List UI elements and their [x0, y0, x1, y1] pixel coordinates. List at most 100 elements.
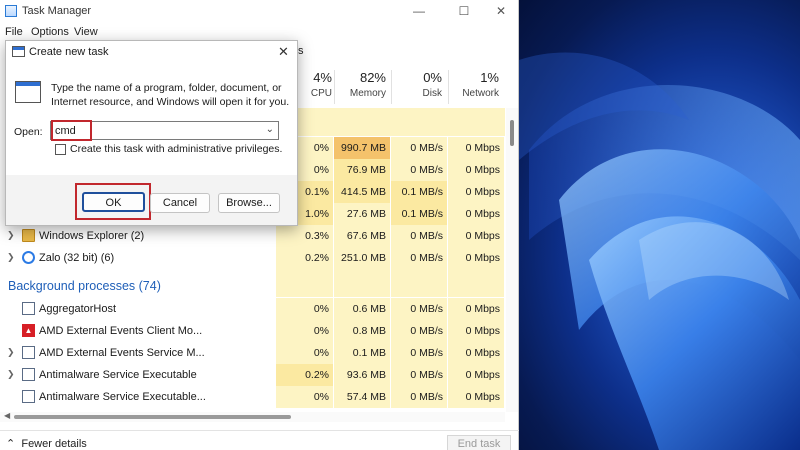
memory-cell: 67.6 MB [334, 225, 390, 247]
fewer-details-button[interactable]: ⌃ Fewer details [6, 437, 87, 450]
memory-cell: 76.9 MB [334, 159, 390, 181]
disk-cell: 0 MB/s [391, 225, 447, 247]
menu-view[interactable]: View [74, 26, 98, 38]
process-icon [22, 346, 35, 359]
browse-button[interactable]: Browse... [218, 193, 280, 213]
wallpaper-bloom-graphic [519, 52, 800, 450]
table-row[interactable]: ▲ AMD External Events Client Mo... 0% 0.… [0, 320, 505, 342]
cpu-cell: 0% [276, 342, 333, 364]
tab-label-fragment[interactable]: s [298, 45, 304, 57]
column-header-disk[interactable]: 0% Disk [386, 70, 442, 99]
network-cell: 0 Mbps [448, 298, 504, 320]
memory-cell: 990.7 MB [334, 137, 390, 159]
network-cell: 0 Mbps [448, 181, 504, 203]
network-cell: 0 Mbps [448, 137, 504, 159]
column-header-network[interactable]: 1% Network [443, 70, 499, 99]
scroll-left-arrow-icon[interactable]: ◀ [4, 411, 10, 420]
admin-privileges-label[interactable]: Create this task with administrative pri… [70, 143, 282, 155]
disk-cell: 0 MB/s [391, 364, 447, 386]
table-row[interactable]: ❯ Zalo (32 bit) (6) 0.2% 251.0 MB 0 MB/s… [0, 247, 505, 269]
chevron-down-icon[interactable]: ⌄ [266, 124, 274, 135]
memory-cell: 0.6 MB [334, 298, 390, 320]
process-name: AMD External Events Client Mo... [39, 325, 203, 337]
expand-chevron-icon[interactable]: ❯ [7, 369, 15, 380]
disk-cell: 0 MB/s [391, 386, 447, 408]
process-name: Zalo (32 bit) (6) [39, 252, 115, 264]
globe-icon [22, 251, 35, 264]
scrollbar-thumb[interactable] [510, 120, 514, 146]
cancel-button[interactable]: Cancel [150, 193, 210, 213]
ok-button[interactable]: OK [82, 192, 145, 212]
minimize-button[interactable]: — [405, 3, 433, 19]
network-total: 1% [480, 70, 499, 85]
cpu-cell: 0% [276, 386, 333, 408]
expand-chevron-icon[interactable]: ❯ [7, 252, 15, 263]
table-row[interactable]: AggregatorHost 0% 0.6 MB 0 MB/s 0 Mbps [0, 298, 505, 320]
run-program-icon [15, 81, 41, 103]
run-window-icon [12, 46, 25, 57]
dialog-description: Type the name of a program, folder, docu… [51, 82, 290, 108]
horizontal-scrollbar[interactable]: ◀ [0, 411, 505, 422]
dialog-close-button[interactable]: ✕ [278, 44, 289, 60]
scrollbar-thumb[interactable] [14, 415, 291, 419]
cpu-cell: 0.2% [276, 247, 333, 269]
task-manager-icon [5, 5, 17, 17]
close-button[interactable]: ✕ [487, 3, 515, 19]
disk-label: Disk [422, 88, 442, 99]
process-name: AMD External Events Service M... [39, 347, 205, 359]
process-name: Windows Explorer (2) [39, 230, 145, 242]
disk-cell: 0 MB/s [391, 320, 447, 342]
admin-privileges-checkbox[interactable] [55, 144, 66, 155]
table-row[interactable]: ❯ AMD External Events Service M... 0% 0.… [0, 342, 505, 364]
table-row[interactable]: ❯ Antimalware Service Executable 0.2% 93… [0, 364, 505, 386]
network-cell: 0 Mbps [448, 203, 504, 225]
memory-cell: 27.6 MB [334, 203, 390, 225]
process-icon [22, 368, 35, 381]
end-task-button[interactable]: End task [447, 435, 511, 450]
folder-icon [22, 229, 35, 242]
network-label: Network [462, 88, 499, 99]
memory-cell: 0.1 MB [334, 342, 390, 364]
disk-cell: 0 MB/s [391, 342, 447, 364]
table-spacer [276, 269, 505, 297]
memory-cell: 93.6 MB [334, 364, 390, 386]
vertical-scrollbar[interactable] [506, 108, 518, 412]
memory-label: Memory [349, 88, 386, 99]
disk-cell: 0 MB/s [391, 159, 447, 181]
section-header-background[interactable]: Background processes (74) [8, 279, 161, 293]
table-row[interactable]: Antimalware Service Executable... 0% 57.… [0, 386, 505, 408]
memory-cell: 251.0 MB [334, 247, 390, 269]
cpu-cell: 0.3% [276, 225, 333, 247]
expand-chevron-icon[interactable]: ❯ [7, 230, 15, 241]
highlight-box [51, 120, 92, 141]
disk-cell: 0.1 MB/s [391, 181, 447, 203]
network-cell: 0 Mbps [448, 159, 504, 181]
process-icon [22, 302, 35, 315]
desktop-wallpaper [519, 0, 800, 450]
memory-total: 82% [359, 70, 386, 85]
memory-cell: 414.5 MB [334, 181, 390, 203]
network-cell: 0 Mbps [448, 247, 504, 269]
cpu-cell: 0% [276, 298, 333, 320]
cpu-cell: 0% [276, 320, 333, 342]
process-icon [22, 390, 35, 403]
expand-chevron-icon[interactable]: ❯ [7, 347, 15, 358]
column-header-memory[interactable]: 82% Memory [330, 70, 386, 99]
network-cell: 0 Mbps [448, 364, 504, 386]
table-row[interactable]: ❯ Windows Explorer (2) 0.3% 67.6 MB 0 MB… [0, 225, 505, 247]
menu-bar: File Options View [0, 22, 518, 42]
process-name: Antimalware Service Executable... [39, 391, 206, 403]
disk-total: 0% [423, 70, 442, 85]
process-name: Antimalware Service Executable [39, 369, 197, 381]
disk-cell: 0 MB/s [391, 298, 447, 320]
open-label: Open: [14, 126, 43, 138]
fewer-details-label: Fewer details [21, 438, 87, 450]
maximize-button[interactable]: ☐ [450, 3, 478, 19]
menu-file[interactable]: File [5, 26, 23, 38]
network-cell: 0 Mbps [448, 225, 504, 247]
process-name: AggregatorHost [39, 303, 117, 315]
dialog-body [6, 63, 297, 175]
network-cell: 0 Mbps [448, 386, 504, 408]
menu-options[interactable]: Options [31, 26, 69, 38]
disk-cell: 0 MB/s [391, 247, 447, 269]
